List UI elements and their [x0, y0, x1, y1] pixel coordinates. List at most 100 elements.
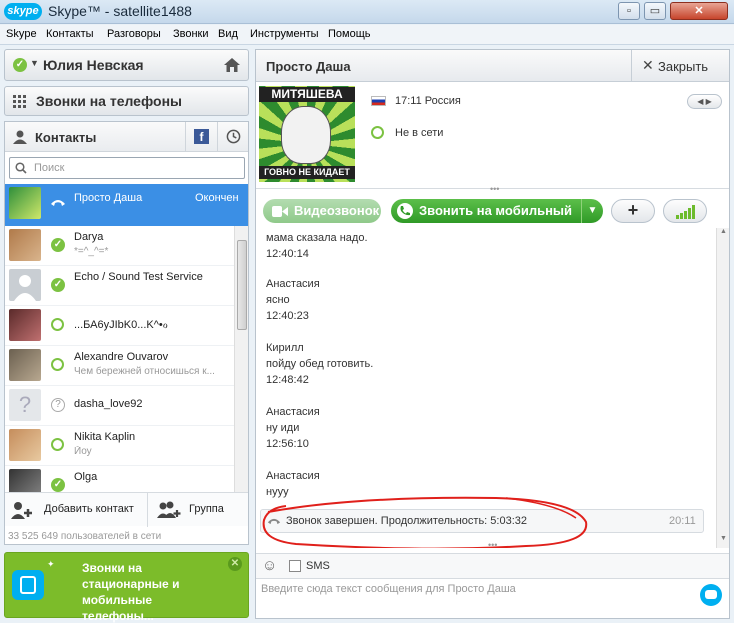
- contact-name: dasha_love92: [74, 398, 143, 410]
- menu-help[interactable]: Помощь: [328, 28, 371, 40]
- contact-name: ...БА6yJIbK0...K^•ℴ: [74, 319, 168, 331]
- user-name: Юлия Невская: [43, 57, 144, 73]
- contact-name: Nikita Kaplin: [74, 431, 136, 443]
- person-icon: [13, 130, 27, 144]
- send-message-icon[interactable]: [700, 584, 722, 606]
- offline-status-icon: [51, 358, 64, 371]
- message-input[interactable]: Введите сюда текст сообщения для Просто …: [256, 578, 729, 618]
- tab-recent[interactable]: [217, 122, 248, 152]
- resize-grip[interactable]: •••: [490, 184, 499, 194]
- contact-item[interactable]: ✓ Olga: [5, 466, 234, 492]
- message-author: Анастасия: [266, 278, 320, 290]
- chat-message: Кирилл пойду обед готовить. 12:48:42: [266, 340, 373, 388]
- call-ended-label: Окончен: [195, 192, 239, 204]
- offline-status-icon: [51, 438, 64, 451]
- contact-item[interactable]: Alexandre Ouvarov Чем бережней относишьс…: [5, 346, 234, 386]
- contact-item[interactable]: Nikita Kaplin Йоу: [5, 426, 234, 466]
- chat-message: мама сказала надо. 12:40:14: [266, 230, 368, 262]
- menu-view[interactable]: Вид: [218, 28, 238, 40]
- chat-log: мама сказала надо. 12:40:14 Анастасия яс…: [256, 228, 716, 548]
- menu-skype[interactable]: Skype: [6, 28, 37, 40]
- contact-name: Echo / Sound Test Service: [74, 271, 203, 283]
- title-bar: skype Skype™ - satellite1488 ▫ ▭ ✕: [0, 0, 734, 24]
- contact-mood: *=^_^=*: [74, 246, 109, 257]
- add-contact-button[interactable]: Добавить контакт: [5, 493, 148, 527]
- close-icon: ✕: [642, 57, 654, 73]
- scroll-up-icon[interactable]: ▲: [720, 228, 727, 235]
- phone-calls-label: Звонки на телефоны: [36, 93, 183, 109]
- avatar-caption-bottom: ГОВНО НЕ КИДАЕТ: [259, 166, 355, 179]
- scrollbar-thumb[interactable]: [237, 240, 247, 330]
- message-text: ну иди: [266, 422, 300, 434]
- call-mobile-button[interactable]: Звонить на мобильный ▼: [391, 199, 603, 223]
- group-button[interactable]: Группа: [149, 493, 248, 527]
- meme-face: [281, 106, 331, 164]
- avatar: [9, 349, 41, 381]
- search-placeholder: Поиск: [34, 162, 65, 174]
- avatar: [9, 229, 41, 261]
- window-title: Skype™ - satellite1488: [48, 3, 192, 19]
- profile-nav-arrows[interactable]: ◀ ▶: [687, 94, 722, 109]
- clock-icon: [226, 129, 241, 144]
- promo-banner[interactable]: ✦ Звонки на стационарные и мобильные тел…: [4, 552, 249, 623]
- tab-facebook[interactable]: f: [185, 122, 217, 152]
- russia-flag-icon: [371, 96, 386, 106]
- online-users-count: 33 525 649 пользователей в сети: [8, 531, 162, 542]
- phone-calls-button[interactable]: Звонки на телефоны: [4, 86, 249, 116]
- contact-mood: Чем бережней относишься к...: [74, 366, 215, 377]
- chat-header: Просто Даша ✕ Закрыть: [256, 50, 729, 82]
- close-chat-button[interactable]: ✕ Закрыть: [631, 50, 729, 81]
- menu-bar: Skype Контакты Разговоры Звонки Вид Инст…: [0, 25, 734, 45]
- sparkle-icon: ✦: [47, 559, 55, 569]
- online-status-icon: ✓: [51, 238, 65, 252]
- contact-item[interactable]: Просто Даша Окончен: [5, 184, 248, 226]
- restore-button[interactable]: ▭: [644, 2, 666, 20]
- message-time: 12:40:23: [266, 310, 309, 322]
- tab-contacts[interactable]: Контакты: [35, 130, 96, 145]
- menu-tools[interactable]: Инструменты: [250, 28, 319, 40]
- promo-text: Звонки на стационарные и мобильные телеф…: [82, 561, 180, 623]
- chat-scrollbar[interactable]: ▲ ▼: [716, 228, 729, 548]
- contact-scrollbar[interactable]: [234, 226, 248, 492]
- chevron-down-icon: ▼: [30, 58, 39, 68]
- contact-item[interactable]: ✓ Darya *=^_^=*: [5, 226, 234, 266]
- menu-conversations[interactable]: Разговоры: [107, 28, 161, 40]
- add-participant-button[interactable]: +: [611, 199, 655, 223]
- promo-close-icon[interactable]: ✕: [228, 557, 242, 571]
- minimize-button[interactable]: ▫: [618, 2, 640, 20]
- menu-calls[interactable]: Звонки: [173, 28, 209, 40]
- group-icon: [157, 501, 181, 518]
- contact-name: Olga: [74, 471, 98, 483]
- contact-name: Alexandre Ouvarov: [74, 351, 169, 363]
- signal-bars-icon: [676, 205, 695, 219]
- scroll-down-icon[interactable]: ▼: [720, 535, 727, 542]
- user-status-button[interactable]: ✓ ▼ Юлия Невская: [4, 49, 249, 81]
- search-input[interactable]: Поиск: [9, 157, 245, 179]
- facebook-icon: f: [194, 129, 209, 144]
- video-call-label: Видеозвонок: [294, 203, 380, 218]
- contact-item[interactable]: ...БА6yJIbK0...K^•ℴ: [5, 306, 234, 346]
- emoticon-icon[interactable]: ☺: [262, 557, 277, 574]
- message-author: Анастасия: [266, 470, 320, 482]
- call-ended-time: 20:11: [669, 515, 696, 527]
- close-window-button[interactable]: ✕: [670, 2, 728, 20]
- resize-grip[interactable]: •••: [488, 540, 497, 550]
- call-options-chevron-icon[interactable]: ▼: [581, 199, 603, 223]
- menu-contacts[interactable]: Контакты: [46, 28, 94, 40]
- call-quality-button[interactable]: [663, 199, 707, 223]
- message-time: 12:48:42: [266, 374, 309, 386]
- contacts-panel: Контакты f Поиск Просто Даша Окончен ✓ D…: [4, 121, 249, 545]
- message-time: 12:40:14: [266, 248, 309, 260]
- message-time: 12:56:10: [266, 438, 309, 450]
- video-call-button[interactable]: Видеозвонок: [263, 199, 381, 223]
- online-status-icon: ✓: [51, 278, 65, 292]
- search-icon: [15, 162, 27, 174]
- contact-item[interactable]: ✓ Echo / Sound Test Service: [5, 266, 234, 306]
- add-contact-label: Добавить контакт: [44, 503, 134, 515]
- unknown-status-icon: ?: [51, 398, 65, 412]
- sms-checkbox[interactable]: [289, 560, 301, 572]
- contact-item[interactable]: ? ? dasha_love92: [5, 386, 234, 426]
- local-time-location: 17:11 Россия: [395, 95, 461, 107]
- home-icon[interactable]: [223, 57, 241, 73]
- offline-status-icon: [51, 318, 64, 331]
